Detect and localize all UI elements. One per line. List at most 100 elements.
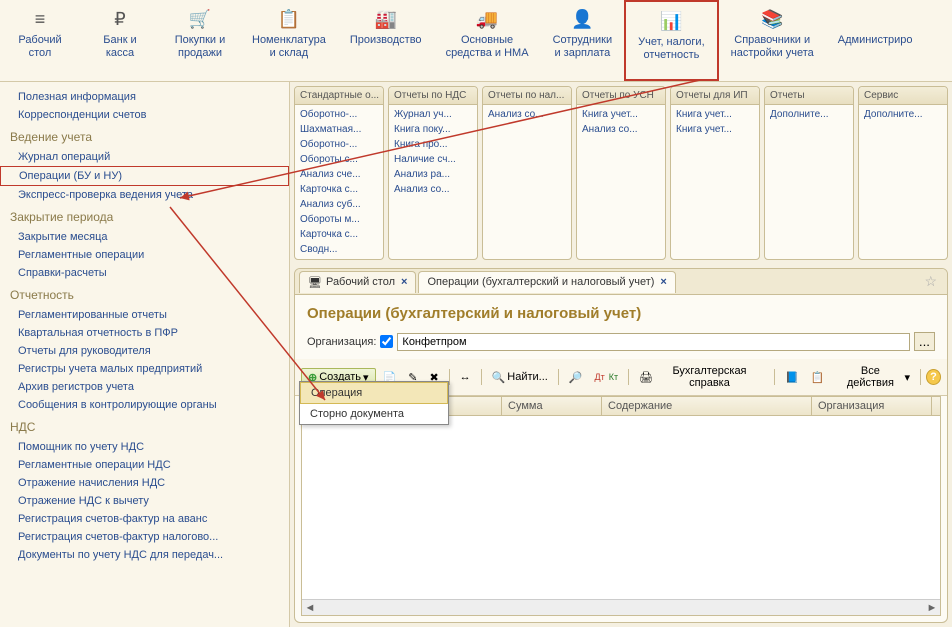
topbar-item[interactable]: 🏭Производство: [338, 0, 434, 81]
sidebar-link[interactable]: Регламентированные отчеты: [0, 306, 289, 324]
tab-icon: 🖥: [308, 276, 322, 289]
sidebar-link[interactable]: Регистры учета малых предприятий: [0, 360, 289, 378]
panel-item[interactable]: Книга учет...: [577, 107, 665, 122]
sidebar-link[interactable]: Отражение НДС к вычету: [0, 492, 289, 510]
panel-header[interactable]: Отчеты по УСН: [577, 87, 665, 105]
filter-ellipsis-button[interactable]: ...: [914, 332, 935, 351]
report-panel: Отчеты по УСН Книга учет...Анализ со...: [576, 86, 666, 260]
panel-header[interactable]: Отчеты для ИП: [671, 87, 759, 105]
doc-button[interactable]: 📘: [780, 368, 804, 387]
topbar-label: Рабочийстол: [18, 34, 61, 60]
panel-item[interactable]: Анализ суб...: [295, 197, 383, 212]
grid-body[interactable]: ◄ ►: [302, 416, 940, 615]
panel-header[interactable]: Отчеты по нал...: [483, 87, 571, 105]
dropdown-item[interactable]: Операция: [300, 382, 448, 404]
horizontal-scrollbar[interactable]: ◄ ►: [302, 599, 940, 615]
topbar-item[interactable]: 🚚Основныесредства и НМА: [434, 0, 541, 81]
panel-item[interactable]: Журнал уч...: [389, 107, 477, 122]
scroll-right-icon[interactable]: ►: [924, 602, 940, 614]
panel-item[interactable]: Дополните...: [859, 107, 947, 122]
panel-header[interactable]: Стандартные о...: [295, 87, 383, 105]
dropdown-item[interactable]: Сторно документа: [300, 404, 448, 424]
topbar-item[interactable]: 👤Сотрудникии зарплата: [541, 0, 625, 81]
topbar-item[interactable]: Администриро: [826, 0, 925, 81]
panel-item[interactable]: Анализ со...: [389, 182, 477, 197]
filter-button[interactable]: 🔎: [564, 368, 588, 387]
organization-input[interactable]: [397, 333, 909, 351]
report-panel: Стандартные о... Оборотно-...Шахматная...…: [294, 86, 384, 260]
panel-item[interactable]: Книга учет...: [671, 122, 759, 137]
sidebar-link[interactable]: Операции (БУ и НУ): [0, 166, 289, 186]
topbar-icon: 🏭: [374, 8, 396, 30]
sidebar-link[interactable]: Регистрация счетов-фактур на аванс: [0, 510, 289, 528]
topbar-item[interactable]: 🛒Покупки ипродажи: [160, 0, 240, 81]
all-actions-button[interactable]: Все действия ▾: [833, 362, 915, 392]
panel-item[interactable]: Книга поку...: [389, 122, 477, 137]
help-icon[interactable]: ?: [926, 369, 941, 385]
sidebar-link[interactable]: Документы по учету НДС для передач...: [0, 546, 289, 564]
panel-item[interactable]: Шахматная...: [295, 122, 383, 137]
panel-item[interactable]: Книга про...: [389, 137, 477, 152]
sidebar-link[interactable]: Отчеты для руководителя: [0, 342, 289, 360]
tab[interactable]: 🖥Рабочий стол×: [299, 271, 416, 293]
panel-item[interactable]: Оборотно-...: [295, 107, 383, 122]
panel-header[interactable]: Отчеты по НДС: [389, 87, 477, 105]
sidebar-link[interactable]: Журнал операций: [0, 148, 289, 166]
close-icon[interactable]: ×: [660, 276, 666, 288]
find-button[interactable]: 🔍 Найти...: [487, 368, 553, 387]
panel-item[interactable]: Анализ ра...: [389, 167, 477, 182]
panel-item[interactable]: Анализ со...: [577, 122, 665, 137]
sidebar-link[interactable]: Закрытие месяца: [0, 228, 289, 246]
topbar-item[interactable]: 📋Номенклатураи склад: [240, 0, 338, 81]
panel-item[interactable]: Анализ со...: [483, 107, 571, 122]
sidebar-link[interactable]: Помощник по учету НДС: [0, 438, 289, 456]
sidebar-link[interactable]: Сообщения в контролирующие органы: [0, 396, 289, 414]
panel-item[interactable]: Обороты м...: [295, 212, 383, 227]
print-button[interactable]: 🖨 Бухгалтерская справка: [634, 362, 769, 392]
panel-item[interactable]: Дополните...: [765, 107, 853, 122]
workspace: 🖥Рабочий стол×Операции (бухгалтерский и …: [294, 268, 948, 623]
sidebar-link[interactable]: Регистрация счетов-фактур налогово...: [0, 528, 289, 546]
grid-column-header[interactable]: Сумма: [502, 397, 602, 415]
favorite-icon[interactable]: ☆: [924, 273, 943, 290]
filter-row: Организация: ...: [295, 328, 947, 359]
sidebar-link[interactable]: Экспресс-проверка ведения учета: [0, 186, 289, 204]
sidebar-link[interactable]: Регламентные операции НДС: [0, 456, 289, 474]
panel-item[interactable]: Оборотно-...: [295, 137, 383, 152]
panel-item[interactable]: Обороты с...: [295, 152, 383, 167]
sidebar-link[interactable]: Отражение начисления НДС: [0, 474, 289, 492]
list-button[interactable]: 📋: [806, 368, 830, 387]
topbar-item[interactable]: ₽Банк икасса: [80, 0, 160, 81]
close-icon[interactable]: ×: [401, 276, 407, 288]
panel-header[interactable]: Сервис: [859, 87, 947, 105]
refresh-button[interactable]: ↔: [455, 368, 476, 386]
topbar-item[interactable]: ≡Рабочийстол: [0, 0, 80, 81]
separator: [558, 369, 559, 385]
panel-item[interactable]: Книга учет...: [671, 107, 759, 122]
data-grid[interactable]: СуммаСодержаниеОрганизация ◄ ►: [301, 396, 941, 616]
sidebar-link[interactable]: Архив регистров учета: [0, 378, 289, 396]
dt-kt-button[interactable]: ДтКт: [589, 370, 623, 385]
sidebar-link[interactable]: Справки-расчеты: [0, 264, 289, 282]
sidebar-link[interactable]: Полезная информация: [0, 88, 289, 106]
scroll-left-icon[interactable]: ◄: [302, 602, 318, 614]
sidebar-section-title: НДС: [0, 414, 289, 438]
topbar-item[interactable]: 📊Учет, налоги,отчетность: [624, 0, 718, 81]
grid-column-header[interactable]: Содержание: [602, 397, 812, 415]
panel-item[interactable]: Наличие сч...: [389, 152, 477, 167]
panel-item[interactable]: Анализ сче...: [295, 167, 383, 182]
panel-header[interactable]: Отчеты: [765, 87, 853, 105]
sidebar-link[interactable]: Квартальная отчетность в ПФР: [0, 324, 289, 342]
sidebar-link[interactable]: Корреспонденции счетов: [0, 106, 289, 124]
filter-checkbox[interactable]: [380, 335, 393, 348]
tab[interactable]: Операции (бухгалтерский и налоговый учет…: [418, 271, 675, 293]
grid-column-header[interactable]: Организация: [812, 397, 932, 415]
topbar-icon: 🚚: [476, 8, 498, 30]
panel-item[interactable]: Сводн...: [295, 242, 383, 257]
panel-item[interactable]: Карточка с...: [295, 182, 383, 197]
topbar-icon: 📊: [660, 10, 682, 32]
topbar-item[interactable]: 📚Справочники инастройки учета: [719, 0, 826, 81]
sidebar-link[interactable]: Регламентные операции: [0, 246, 289, 264]
panel-item[interactable]: Карточка с...: [295, 227, 383, 242]
sidebar-section-title: Отчетность: [0, 282, 289, 306]
